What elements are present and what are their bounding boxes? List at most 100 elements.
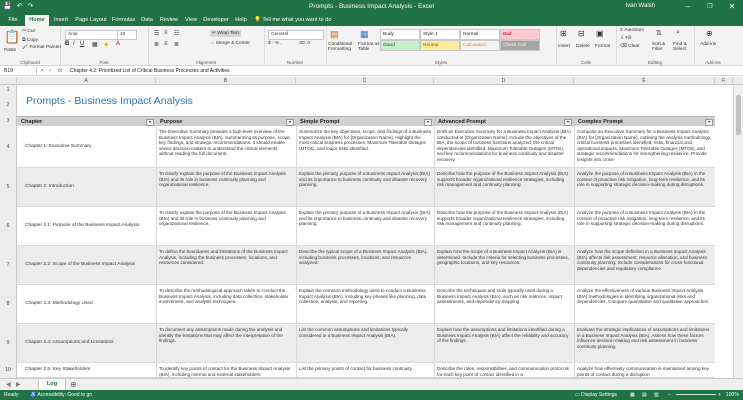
user-name[interactable]: Ivan Walsh xyxy=(626,3,655,9)
tab-home[interactable]: Home xyxy=(25,15,49,26)
chapter-cell[interactable]: Chapter 1: Executive Summary xyxy=(17,126,156,167)
advanced-prompt-cell[interactable]: Describe the techniques and tools typica… xyxy=(434,285,574,323)
sort-filter-button[interactable]: Sort & Filter xyxy=(652,42,672,52)
advanced-prompt-cell[interactable]: Describe how the purpose of the Business… xyxy=(434,168,574,206)
tab-file[interactable]: File xyxy=(2,15,24,26)
complex-prompt-cell[interactable]: Compose an Executive Summary for a Busin… xyxy=(574,126,715,167)
format-as-table-button[interactable]: Format as Table xyxy=(358,42,380,52)
complex-prompt-cell[interactable]: Analyze how effectively communication is… xyxy=(574,363,715,377)
paste-button[interactable]: Paste xyxy=(4,48,16,53)
purpose-cell[interactable]: To clearly explain the purpose of the Bu… xyxy=(156,207,296,245)
zoom-in-icon[interactable]: + xyxy=(718,390,721,400)
row-header[interactable]: 3 xyxy=(0,116,17,126)
complex-prompt-cell[interactable]: Analyze the purpose of a Business Impact… xyxy=(574,168,715,206)
chapter-cell[interactable]: Chapter 2: Introduction xyxy=(17,168,156,206)
chapter-cell[interactable]: Chapter 2.1: Purpose of the Business Imp… xyxy=(17,207,156,245)
row-header[interactable]: 7 xyxy=(0,246,17,285)
simple-prompt-cell[interactable]: Explain the primary purpose of a Busines… xyxy=(296,168,434,206)
cell-style-style-1[interactable]: Style 1 xyxy=(420,29,460,40)
complex-prompt-cell[interactable]: Analyze how the scope definition in a Bu… xyxy=(574,246,715,284)
align-right-icon[interactable]: ≣ xyxy=(174,41,179,48)
sort-filter-icon[interactable]: ⇅ xyxy=(656,29,662,37)
name-box[interactable]: B19 xyxy=(2,67,37,75)
advanced-prompt-cell[interactable]: Explain how the scope of a Business Impa… xyxy=(434,246,574,284)
align-middle-icon[interactable]: ≡ xyxy=(164,30,168,36)
font-color-icon[interactable]: A xyxy=(116,41,120,47)
simple-prompt-cell[interactable]: List the common assumptions and limitati… xyxy=(296,324,434,362)
autosum-button[interactable]: Σ AutoSum xyxy=(620,28,644,33)
find-icon[interactable]: ⌕ xyxy=(676,29,680,37)
page-break-view-icon[interactable]: ▥ xyxy=(654,390,659,400)
column-header-c[interactable]: C xyxy=(296,77,434,85)
add-sheet-icon[interactable]: ⊕ xyxy=(70,380,77,389)
advanced-prompt-cell[interactable]: Describe how the purpose of the Business… xyxy=(434,207,574,245)
tab-review[interactable]: Review xyxy=(157,15,181,26)
advanced-prompt-cell[interactable]: Explain how the assumptions and limitati… xyxy=(434,324,574,362)
bold-button[interactable]: B xyxy=(65,41,69,47)
purpose-cell[interactable]: To document any assumptions made during … xyxy=(156,324,296,362)
simple-prompt-cell[interactable]: List the primary points of contact for b… xyxy=(296,363,434,377)
delete-cells-button[interactable]: Delete xyxy=(576,44,590,49)
decimal-buttons[interactable]: .00 .0 xyxy=(298,41,310,46)
borders-icon[interactable]: ▦ xyxy=(92,41,98,48)
simple-prompt-cell[interactable]: Explain the primary purpose of a Busines… xyxy=(296,207,434,245)
conditional-formatting-icon[interactable]: ▤ xyxy=(330,29,339,40)
tab-view[interactable]: View xyxy=(182,15,200,26)
fill-color-icon[interactable]: ◈ xyxy=(104,41,109,48)
row-header[interactable]: 6 xyxy=(0,207,17,246)
conditional-formatting-button[interactable]: Conditional Formatting xyxy=(328,42,356,52)
format-cells-button[interactable]: Format xyxy=(595,44,610,49)
close-button[interactable]: ✕ xyxy=(721,1,743,13)
chapter-cell[interactable]: Chapter 2.3: Methodology Used xyxy=(17,285,156,323)
underline-button[interactable]: U xyxy=(80,41,84,47)
normal-view-icon[interactable]: ▦ xyxy=(630,390,635,400)
format-cells-icon[interactable]: ▣ xyxy=(596,29,604,38)
complex-prompt-cell[interactable]: Evaluate the strategic implications of a… xyxy=(574,324,715,362)
column-header-a[interactable]: A xyxy=(17,77,156,85)
align-top-icon[interactable]: ☰ xyxy=(154,30,159,37)
wrap-text-button[interactable]: ↵ Wrap Text xyxy=(210,30,241,37)
filter-dropdown-icon[interactable]: ▾ xyxy=(564,119,572,126)
clear-button[interactable]: ⌫ Clear xyxy=(620,44,640,49)
tab-formulas[interactable]: Formulas xyxy=(110,15,137,26)
cell-style-calculation[interactable]: Calculation xyxy=(460,40,500,51)
column-header-d[interactable]: D xyxy=(434,77,574,85)
simple-prompt-cell[interactable]: Summarize the key objectives, scope, and… xyxy=(296,126,434,167)
italic-button[interactable]: I xyxy=(73,41,75,47)
confirm-icon[interactable]: ✓ xyxy=(48,68,52,74)
tab-developer[interactable]: Developer xyxy=(201,15,231,26)
cell-style-neutral[interactable]: Neutral xyxy=(420,40,460,51)
purpose-cell[interactable]: To describe the methodological approach … xyxy=(156,285,296,323)
column-header-f[interactable]: F xyxy=(715,77,733,85)
scrollbar-thumb[interactable] xyxy=(736,95,741,135)
format-painter-button[interactable]: 🖌 Format Painter xyxy=(22,45,61,50)
scroll-tabs-left-icon[interactable]: ◀ xyxy=(6,381,11,388)
advanced-prompt-cell[interactable]: Draft an Executive Summary for a Busines… xyxy=(434,126,574,167)
row-header[interactable]: 5 xyxy=(0,168,17,207)
advanced-prompt-cell[interactable]: Describe the roles, responsibilities, an… xyxy=(434,363,574,377)
filter-dropdown-icon[interactable]: ▾ xyxy=(146,119,154,126)
row-header[interactable]: 10 xyxy=(0,363,17,378)
row-header[interactable]: 9 xyxy=(0,324,17,363)
filter-dropdown-icon[interactable]: ▾ xyxy=(424,119,432,126)
simple-prompt-cell[interactable]: Explain the common methodology used to c… xyxy=(296,285,434,323)
font-name-select[interactable]: Arial xyxy=(65,30,119,40)
fill-button[interactable]: ⇩ Fill xyxy=(620,36,632,41)
insert-cells-button[interactable]: Insert xyxy=(558,44,570,49)
cut-button[interactable]: ✂ Cut xyxy=(22,29,35,34)
paste-icon[interactable]: 📋 xyxy=(4,29,20,45)
delete-cells-icon[interactable]: ⊟ xyxy=(578,29,585,38)
complex-prompt-cell[interactable]: Analyze the effectiveness of various Bus… xyxy=(574,285,715,323)
purpose-cell[interactable]: The Executive Summary provides a high-le… xyxy=(156,126,296,167)
row-header[interactable]: 4 xyxy=(0,126,17,168)
cancel-icon[interactable]: ✕ xyxy=(40,68,44,74)
zoom-level[interactable]: 100% xyxy=(726,390,739,400)
accessibility-status[interactable]: ♿ Accessibility: Good to go xyxy=(30,390,92,400)
font-size-select[interactable]: 10 xyxy=(117,30,137,40)
cell-style-body[interactable]: Body xyxy=(380,29,420,40)
tab-page-layout[interactable]: Page Layout xyxy=(73,15,109,26)
currency-buttons[interactable]: $ - % , xyxy=(268,41,282,46)
addins-button[interactable]: Add-ins xyxy=(700,42,716,47)
fx-icon[interactable]: fx xyxy=(58,67,62,75)
copy-button[interactable]: ⧉ Copy xyxy=(22,37,38,43)
